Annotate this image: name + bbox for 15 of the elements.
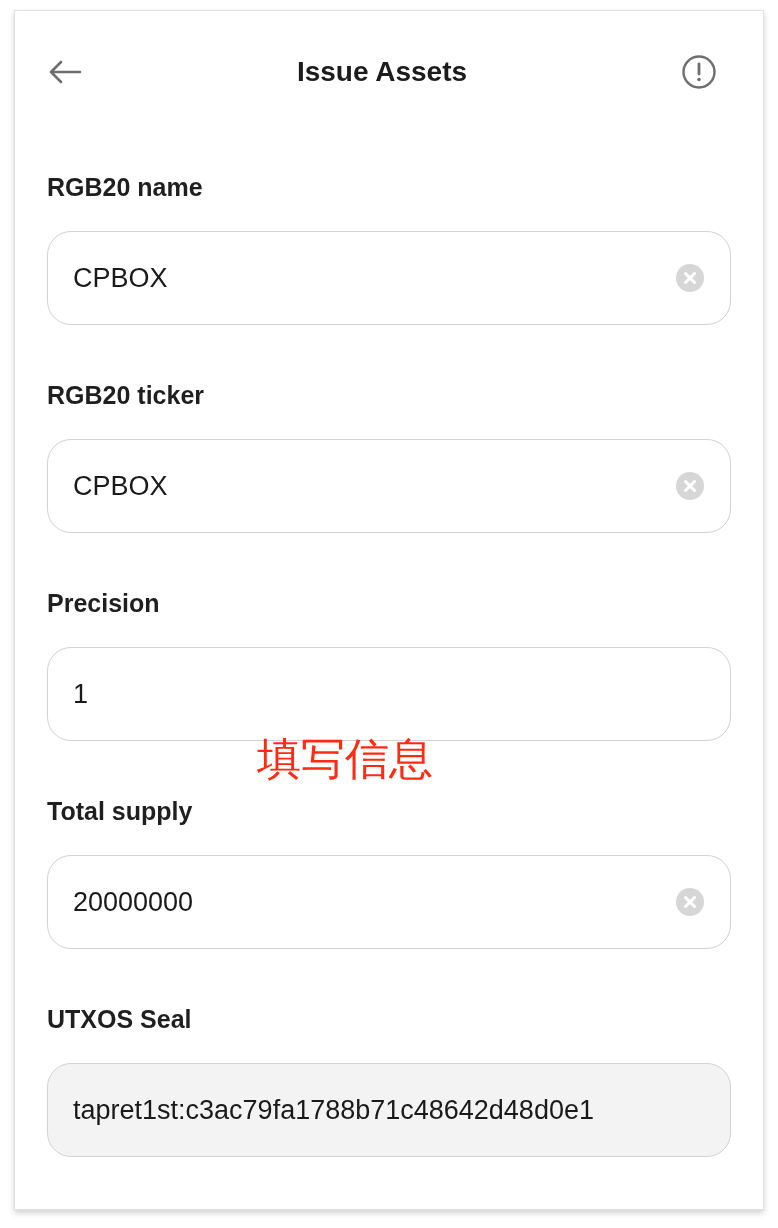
field-label: Precision — [47, 588, 160, 618]
input-field[interactable]: 20000000 — [47, 855, 731, 949]
input-field[interactable]: CPBOX — [47, 439, 731, 533]
field-label: Total supply — [47, 796, 193, 826]
readonly-field[interactable]: tapret1st:c3ac79fa1788b71c48642d48d0e1 — [47, 1063, 731, 1157]
page-title: Issue Assets — [296, 55, 468, 88]
back-arrow-icon[interactable] — [48, 59, 82, 84]
exclamation-circle-icon[interactable] — [682, 54, 716, 89]
clear-icon[interactable] — [676, 472, 704, 500]
field-label: UTXOS Seal — [47, 1004, 192, 1034]
field-label: RGB20 name — [47, 172, 203, 202]
clear-icon[interactable] — [676, 888, 704, 916]
input-field[interactable]: CPBOX — [47, 231, 731, 325]
field-label: RGB20 ticker — [47, 380, 205, 410]
clear-icon[interactable] — [676, 264, 704, 292]
